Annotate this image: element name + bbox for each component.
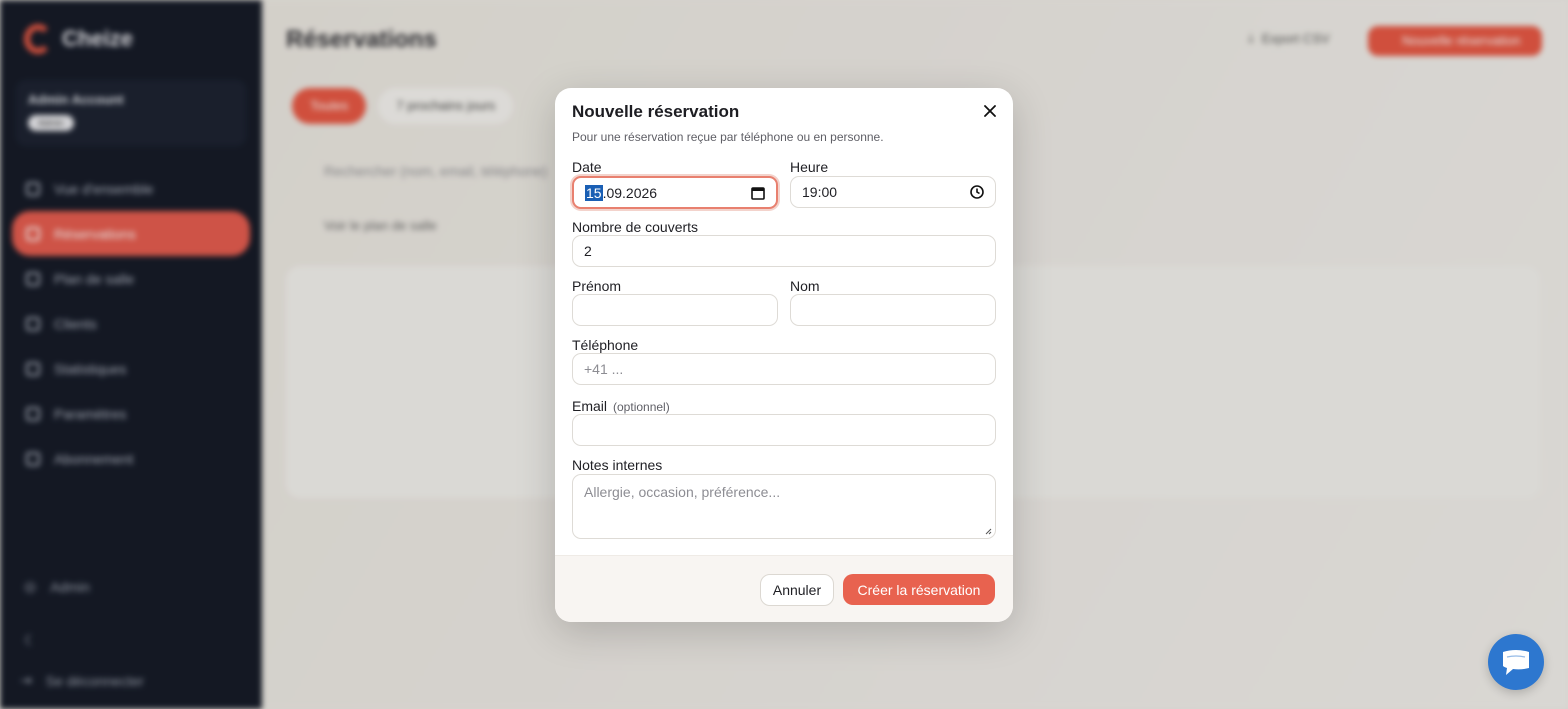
resize-grip-icon[interactable] (984, 527, 992, 535)
time-input[interactable]: 19:00 (790, 176, 996, 208)
phone-placeholder: +41 ... (584, 361, 624, 377)
chat-bubble-icon (1503, 650, 1529, 675)
close-button[interactable] (981, 102, 999, 120)
email-label: Email (optionnel) (572, 398, 670, 414)
dialog-subtitle: Pour une réservation reçue par téléphone… (572, 130, 884, 144)
cancel-button[interactable]: Annuler (760, 574, 834, 606)
email-input[interactable] (572, 414, 996, 446)
chat-widget-button[interactable] (1488, 634, 1544, 690)
new-reservation-dialog: Nouvelle réservation Pour une réservatio… (555, 88, 1013, 622)
date-input[interactable]: 15.09.2026 (572, 176, 778, 209)
close-icon (984, 105, 996, 117)
create-reservation-button[interactable]: Créer la réservation (843, 574, 995, 605)
date-rest-segment[interactable]: .09.2026 (603, 185, 658, 201)
notes-placeholder: Allergie, occasion, préférence... (584, 484, 781, 500)
date-day-segment[interactable]: 15 (585, 184, 603, 201)
first-name-input[interactable] (572, 294, 778, 326)
calendar-icon[interactable] (750, 185, 766, 201)
email-label-text: Email (572, 398, 608, 414)
phone-label: Téléphone (572, 337, 639, 353)
last-name-input[interactable] (790, 294, 996, 326)
covers-value: 2 (584, 243, 592, 259)
covers-input[interactable]: 2 (572, 235, 996, 267)
notes-label: Notes internes (572, 457, 663, 473)
last-name-label: Nom (790, 278, 820, 294)
first-name-label: Prénom (572, 278, 622, 294)
covers-label: Nombre de couverts (572, 219, 699, 235)
phone-input[interactable]: +41 ... (572, 353, 996, 385)
time-value: 19:00 (802, 184, 838, 200)
date-label: Date (572, 159, 602, 175)
clock-icon[interactable] (969, 184, 985, 200)
dialog-title: Nouvelle réservation (572, 102, 740, 121)
dialog-footer: Annuler Créer la réservation (555, 555, 1013, 622)
notes-textarea[interactable]: Allergie, occasion, préférence... (572, 474, 996, 539)
time-label: Heure (790, 159, 829, 175)
email-optional-hint: (optionnel) (613, 400, 670, 414)
